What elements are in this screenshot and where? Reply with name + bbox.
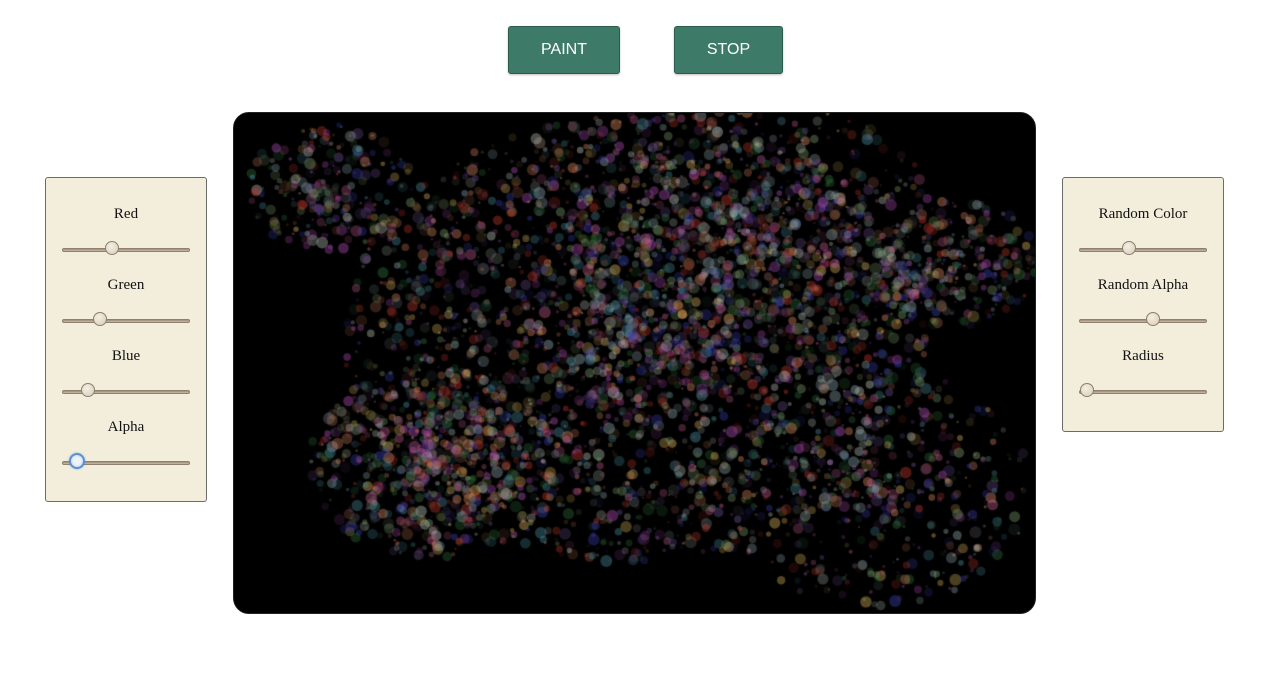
blue-control: Blue	[46, 320, 206, 397]
random-alpha-label: Random Alpha	[1097, 277, 1189, 293]
green-label: Green	[107, 277, 145, 293]
random-color-label: Random Color	[1098, 206, 1188, 222]
blue-label: Blue	[111, 348, 141, 364]
alpha-control: Alpha	[46, 391, 206, 469]
randomness-controls-panel: Random Color Random Alpha Radius	[1062, 177, 1224, 432]
random-alpha-control: Random Alpha	[1063, 249, 1223, 326]
radius-slider-thumb[interactable]	[1079, 383, 1094, 397]
stop-button[interactable]: STOP	[674, 26, 783, 74]
radius-control: Radius	[1063, 320, 1223, 397]
paint-canvas-surface[interactable]	[234, 113, 1035, 613]
radius-label: Radius	[1122, 348, 1164, 364]
radius-slider-track[interactable]	[1079, 390, 1207, 394]
paint-button[interactable]: PAINT	[508, 26, 620, 74]
color-controls-panel: Red Green Blue Alpha	[45, 177, 207, 502]
painting-app: PAINT STOP Red Green Blue Alpha Random C…	[0, 0, 1266, 680]
green-control: Green	[46, 249, 206, 326]
red-label: Red	[113, 206, 139, 222]
paint-canvas[interactable]	[233, 112, 1036, 614]
alpha-label: Alpha	[107, 419, 145, 435]
random-color-control: Random Color	[1063, 178, 1223, 255]
red-control: Red	[46, 178, 206, 255]
alpha-slider-thumb[interactable]	[69, 453, 86, 469]
